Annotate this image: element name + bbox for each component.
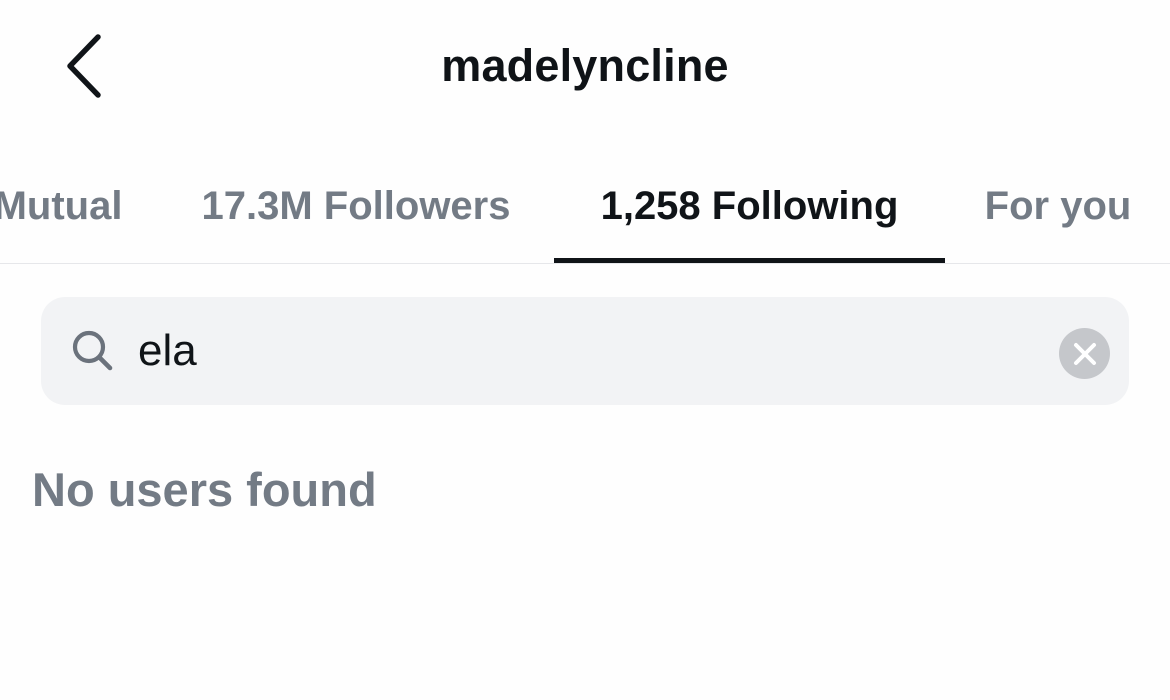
tab-for-you[interactable]: For you (975, 150, 1141, 262)
tab-bar: Mutual 17.3M Followers 1,258 Following F… (0, 150, 1170, 264)
empty-results-message: No users found (32, 463, 377, 516)
tab-followers[interactable]: 17.3M Followers (188, 150, 524, 262)
tab-for-you-label: For you (984, 183, 1132, 228)
tab-mutual-label: Mutual (0, 183, 123, 228)
tab-following[interactable]: 1,258 Following (554, 150, 945, 263)
top-bar: madelyncline (0, 0, 1170, 135)
search-input[interactable] (138, 318, 1018, 384)
tab-followers-label: 17.3M Followers (201, 183, 511, 228)
tab-following-label: 1,258 Following (600, 183, 899, 228)
active-tab-indicator (554, 258, 945, 263)
tab-mutual[interactable]: Mutual (0, 150, 128, 262)
page-title: madelyncline (441, 40, 729, 91)
close-icon (1073, 342, 1096, 365)
clear-search-button[interactable] (1059, 328, 1110, 379)
search-icon (72, 330, 113, 371)
